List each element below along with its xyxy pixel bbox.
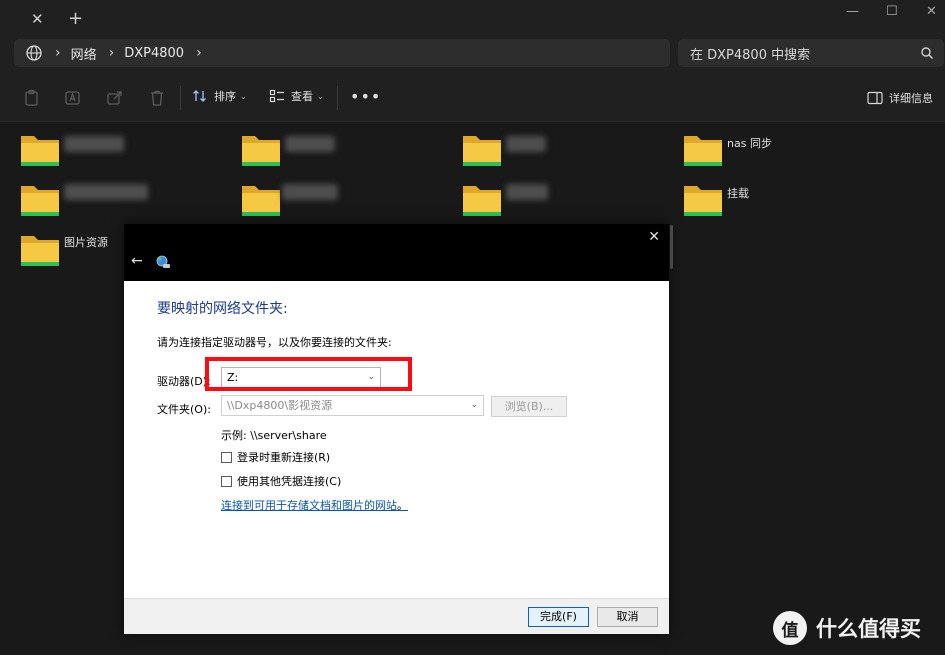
view-label: 查看 [291, 90, 313, 103]
share-icon[interactable] [106, 89, 124, 107]
redacted-folder-name [282, 184, 338, 200]
redacted-folder-name [506, 136, 546, 152]
folder-label[interactable]: nas 同步 [727, 135, 772, 151]
globe-icon [26, 45, 42, 61]
redacted-folder-name [64, 184, 148, 200]
folder-path-value: \\Dxp4800\影视资源 [227, 399, 333, 412]
folder-icon[interactable] [241, 182, 281, 218]
dialog-instruction: 请为连接指定驱动器号，以及你要连接的文件夹: [157, 336, 392, 349]
folder-label[interactable]: 挂载 [727, 185, 749, 201]
maximize-icon[interactable]: ☐ [886, 4, 898, 19]
close-icon[interactable]: ✕ [648, 229, 660, 245]
view-icon [269, 89, 284, 103]
new-tab-icon[interactable]: + [68, 8, 83, 29]
delete-icon[interactable] [148, 89, 166, 107]
chevron-right-icon[interactable]: › [196, 45, 202, 61]
folder-icon[interactable] [683, 182, 723, 218]
sort-label: 排序 [214, 90, 236, 103]
scrollbar-thumb[interactable] [670, 225, 673, 269]
connect-website-link-text[interactable]: 连接到可用于存储文档和图片的网站 [221, 499, 397, 512]
details-pane-button[interactable]: 详细信息 [867, 90, 933, 106]
cancel-button[interactable]: 取消 [597, 607, 658, 627]
dialog-heading: 要映射的网络文件夹: [157, 301, 288, 317]
back-arrow-icon[interactable]: ← [131, 253, 143, 269]
folder-label[interactable]: 图片资源 [64, 234, 108, 250]
finish-button[interactable]: 完成(F) [528, 607, 589, 627]
toolbar-divider [337, 86, 338, 110]
folder-icon[interactable] [241, 132, 281, 168]
details-pane-label: 详细信息 [889, 92, 933, 105]
address-row: › 网络 › DXP4800 › 在 DXP4800 中搜索 [0, 38, 945, 74]
folder-icon[interactable] [462, 182, 502, 218]
reconnect-checkbox[interactable]: 登录时重新连接(R) [221, 449, 330, 465]
dialog-header: ✕ ← [124, 224, 669, 281]
sort-icon [193, 90, 206, 102]
search-placeholder: 在 DXP4800 中搜索 [690, 47, 811, 63]
title-bar: ✕ + — ☐ ✕ [0, 0, 945, 38]
tab-close-icon[interactable]: ✕ [31, 10, 44, 28]
connect-website-link[interactable]: 连接到可用于存储文档和图片的网站。 [221, 497, 408, 513]
network-drive-icon [156, 255, 170, 268]
other-credentials-label: 使用其他凭据连接(C) [237, 475, 342, 488]
folder-icon[interactable] [20, 232, 60, 268]
reconnect-label: 登录时重新连接(R) [237, 451, 331, 464]
chevron-down-icon: ⌄ [317, 91, 324, 101]
folder-icon[interactable] [20, 182, 60, 218]
watermark-text: 什么值得买 [816, 617, 921, 641]
other-credentials-checkbox[interactable]: 使用其他凭据连接(C) [221, 473, 341, 489]
search-input[interactable]: 在 DXP4800 中搜索 [678, 39, 944, 67]
map-network-drive-dialog: ✕ ← 要映射的网络文件夹: 请为连接指定驱动器号，以及你要连接的文件夹: 驱动… [124, 224, 669, 634]
checkbox-box[interactable] [221, 475, 232, 487]
window-close-icon[interactable]: ✕ [926, 4, 937, 19]
view-button[interactable]: 查看 ⌄ [269, 88, 324, 104]
toolbar-divider [180, 86, 181, 110]
search-icon [921, 47, 934, 60]
chevron-right-icon: › [55, 45, 61, 61]
sort-button[interactable]: 排序 ⌄ [192, 88, 247, 104]
more-options-icon[interactable]: ••• [350, 87, 381, 106]
folder-icon[interactable] [20, 132, 60, 168]
folder-icon[interactable] [462, 132, 502, 168]
command-bar: 排序 ⌄ 查看 ⌄ ••• 详细信息 [0, 74, 945, 122]
paste-icon[interactable] [23, 89, 41, 107]
watermark: 值 什么值得买 [773, 611, 921, 645]
link-suffix: 。 [397, 499, 408, 512]
chevron-down-icon: ⌄ [470, 400, 478, 410]
dialog-footer: 完成(F) 取消 [124, 598, 669, 634]
address-bar[interactable]: › 网络 › DXP4800 › [14, 39, 670, 67]
highlight-box [205, 357, 412, 391]
folder-path-input[interactable]: \\Dxp4800\影视资源 ⌄ [221, 395, 484, 416]
minimize-icon[interactable]: — [846, 4, 859, 19]
folder-icon[interactable] [683, 132, 723, 168]
browse-button[interactable]: 浏览(B)... [491, 396, 567, 417]
folder-label-text: 文件夹(O): [157, 403, 211, 416]
rename-icon[interactable] [64, 89, 82, 107]
redacted-folder-name [285, 136, 335, 152]
breadcrumb-network[interactable]: 网络 [71, 44, 97, 63]
drive-label: 驱动器(D): [157, 375, 211, 388]
redacted-folder-name [64, 136, 124, 152]
logo-glyph: 值 [781, 621, 799, 641]
redacted-folder-name [506, 184, 548, 200]
path-example: 示例: \\server\share [221, 429, 327, 442]
details-pane-icon [867, 91, 883, 105]
chevron-right-icon: › [108, 45, 115, 61]
chevron-down-icon: ⌄ [240, 91, 247, 101]
checkbox-box[interactable] [221, 451, 232, 463]
smzdm-logo-icon: 值 [773, 611, 807, 645]
breadcrumb-dxp4800[interactable]: DXP4800 [124, 46, 184, 61]
